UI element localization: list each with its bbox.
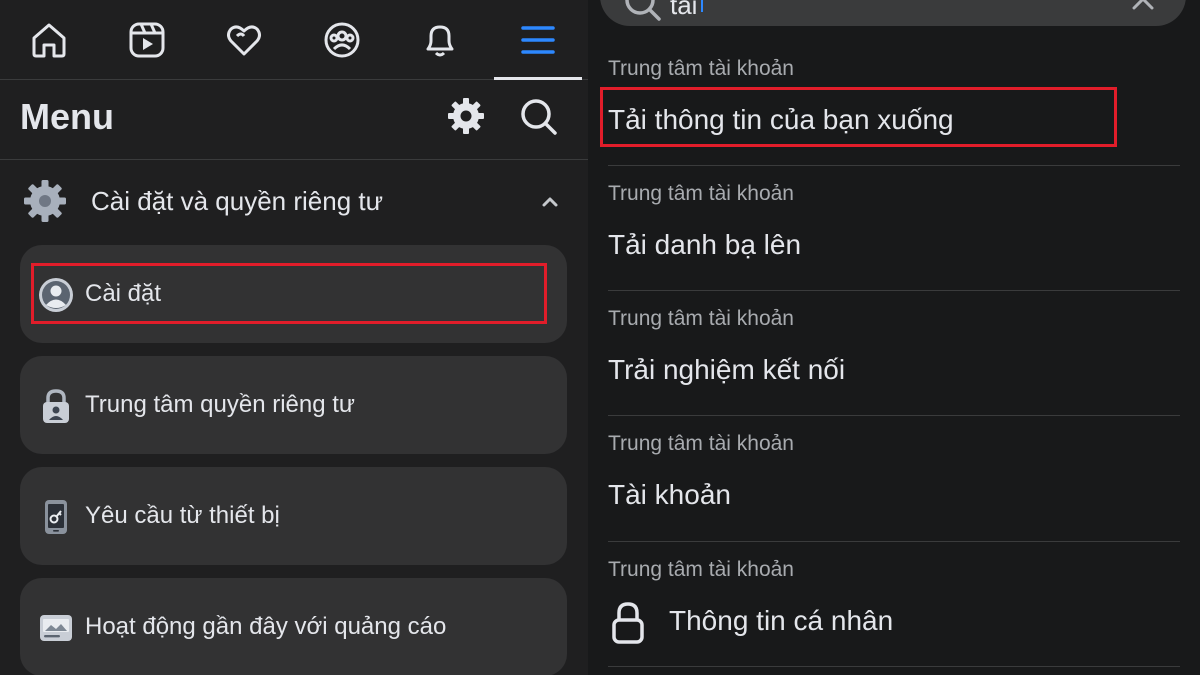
nav-menu[interactable] [494, 0, 582, 80]
search-icon [521, 99, 557, 135]
device-requests-card[interactable]: Yêu cầu từ thiết bị [20, 467, 567, 565]
result-subtitle: Trung tâm tài khoản [608, 558, 794, 581]
result-title: Trải nghiệm kết nối [608, 354, 846, 385]
gear-icon [24, 180, 66, 222]
result-subtitle: Trung tâm tài khoản [608, 432, 794, 455]
privacy-lock-icon [43, 389, 69, 423]
nav-home[interactable] [5, 0, 93, 80]
section-label: Cài đặt và quyền riêng tư [91, 186, 384, 216]
home-icon [32, 23, 66, 58]
groups-icon [324, 22, 360, 58]
menu-hamburger-icon [521, 26, 555, 54]
card-label: Hoạt động gần đây với quảng cáo [85, 613, 447, 640]
search-result[interactable]: Trung tâm tài khoản Trải nghiệm kết nối [588, 290, 1200, 415]
search-result[interactable]: Trung tâm tài khoản Tài khoản [588, 415, 1200, 540]
result-subtitle: Trung tâm tài khoản [608, 182, 794, 205]
highlight-box [600, 87, 1117, 147]
result-title: Thông tin cá nhân [669, 605, 894, 636]
settings-privacy-section[interactable]: Cài đặt và quyền riêng tư [0, 168, 588, 232]
menu-panel: Menu Cài đặt và quyền riêng tư Cài đặt T… [0, 0, 588, 675]
text-cursor [701, 0, 703, 12]
search-result[interactable]: Trung tâm tài khoản Tải danh bạ lên [588, 165, 1200, 290]
search-query[interactable]: tải [670, 0, 697, 21]
nav-dating[interactable] [200, 0, 288, 80]
search-button[interactable] [516, 94, 560, 138]
result-subtitle: Trung tâm tài khoản [608, 57, 794, 80]
card-label: Yêu cầu từ thiết bị [85, 502, 280, 529]
card-label: Trung tâm quyền riêng tư [85, 391, 355, 418]
dating-heart-icon [227, 25, 261, 56]
video-icon [129, 22, 165, 58]
ad-activity-card[interactable]: Hoạt động gần đây với quảng cáo [20, 578, 567, 675]
settings-button[interactable] [444, 94, 488, 138]
top-nav-bar [0, 0, 588, 80]
notifications-bell-icon [426, 25, 454, 57]
result-subtitle: Trung tâm tài khoản [608, 307, 794, 330]
device-phone-icon [45, 500, 67, 534]
nav-notifications[interactable] [396, 0, 484, 80]
search-icon [625, 0, 661, 21]
highlight-box [31, 263, 547, 324]
ad-activity-icon [40, 615, 72, 641]
nav-groups[interactable] [298, 0, 386, 80]
page-title: Menu [20, 96, 114, 137]
privacy-center-card[interactable]: Trung tâm quyền riêng tư [20, 356, 567, 454]
nav-video[interactable] [103, 0, 191, 80]
divider [608, 666, 1180, 667]
result-title: Tài khoản [608, 479, 731, 510]
chevron-up-icon[interactable] [538, 190, 562, 214]
close-icon[interactable] [1130, 0, 1156, 12]
result-title: Tải danh bạ lên [608, 229, 802, 260]
search-result[interactable]: Trung tâm tài khoản Thông tin cá nhân [588, 541, 1200, 666]
gear-icon [448, 98, 484, 134]
lock-icon [612, 602, 644, 644]
